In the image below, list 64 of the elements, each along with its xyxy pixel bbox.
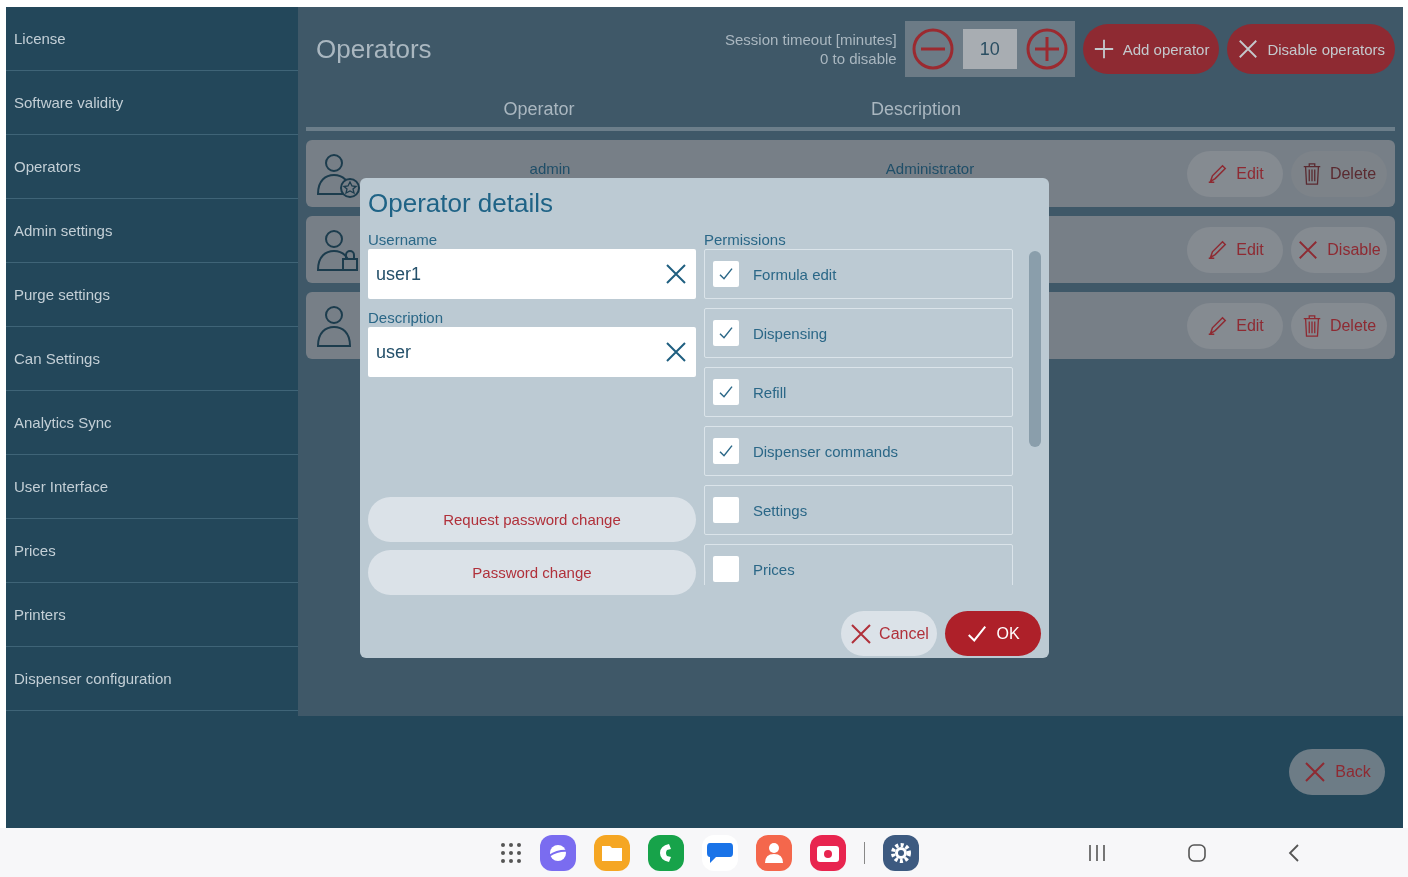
close-icon — [663, 262, 688, 286]
camera-icon[interactable] — [810, 834, 846, 871]
add-operator-button[interactable]: Add operator — [1082, 24, 1220, 74]
username-field[interactable]: user1 — [368, 249, 696, 299]
check-icon — [717, 384, 734, 400]
scrollbar[interactable] — [1029, 251, 1041, 447]
planet-icon[interactable] — [540, 834, 576, 871]
close-icon — [1297, 238, 1320, 261]
permissions-label: Permissions — [703, 231, 787, 249]
operator-name: admin — [528, 159, 572, 177]
permission-label: Prices — [752, 560, 795, 578]
close-icon — [849, 621, 874, 646]
password-button[interactable]: Request password change — [368, 497, 696, 542]
ok-button[interactable]: OK — [945, 611, 1041, 656]
permission-label: Dispenser commands — [752, 442, 898, 460]
timeout-label: Session timeout [minutes] — [724, 30, 897, 49]
permission-item[interactable]: Prices — [703, 544, 1014, 585]
timeout-hint: 0 to disable — [818, 49, 897, 68]
plus-icon — [1092, 38, 1115, 60]
operator-description: Administrator — [884, 159, 976, 177]
close-icon — [663, 340, 688, 364]
disable-operator-button[interactable]: Disable operators — [1227, 24, 1395, 74]
column-header: Operator — [502, 98, 576, 120]
app-grid-icon[interactable] — [500, 841, 522, 864]
timeout-value[interactable]: 10 — [962, 29, 1017, 69]
checkbox[interactable] — [712, 556, 739, 582]
trash-icon — [1301, 162, 1322, 185]
close-icon — [1237, 38, 1260, 60]
check-icon — [717, 443, 734, 459]
check-icon — [717, 325, 734, 341]
phone-icon[interactable] — [648, 834, 684, 871]
column-header: Description — [869, 98, 962, 120]
permission-item[interactable]: Settings — [703, 485, 1014, 535]
checkbox[interactable] — [712, 497, 739, 523]
back-icon[interactable] — [1287, 842, 1301, 863]
permission-label: Refill — [752, 383, 787, 401]
person-icon[interactable] — [756, 834, 792, 871]
pencil-icon — [1206, 238, 1229, 261]
pencil-icon — [1206, 314, 1229, 337]
home-icon[interactable] — [1187, 842, 1207, 863]
close-icon — [1303, 760, 1328, 784]
field-label: Description — [368, 309, 445, 327]
permission-item[interactable]: Dispenser commands — [703, 426, 1014, 476]
chat-bubble-icon[interactable] — [702, 834, 738, 871]
checkbox[interactable] — [712, 379, 739, 405]
settings-icon[interactable] — [883, 834, 919, 871]
cancel-button[interactable]: Cancel — [841, 611, 937, 656]
pencil-icon — [1206, 162, 1229, 185]
permission-item[interactable]: Dispensing — [703, 308, 1014, 358]
checkbox[interactable] — [712, 438, 739, 464]
checkbox[interactable] — [712, 261, 739, 287]
trash-icon — [1301, 314, 1322, 337]
description-field[interactable]: user — [368, 327, 696, 377]
permission-label: Dispensing — [752, 324, 828, 342]
field-label: Username — [368, 231, 439, 249]
page-title: Operators — [315, 33, 433, 65]
permission-item[interactable]: Formula edit — [703, 249, 1014, 299]
checkbox[interactable] — [712, 320, 739, 346]
password-button[interactable]: Password change — [368, 550, 696, 595]
permission-item[interactable]: Refill — [703, 367, 1014, 417]
permission-label: Formula edit — [752, 265, 837, 283]
permission-label: Settings — [752, 501, 808, 519]
recents-icon[interactable] — [1087, 843, 1107, 862]
check-icon — [717, 266, 734, 282]
